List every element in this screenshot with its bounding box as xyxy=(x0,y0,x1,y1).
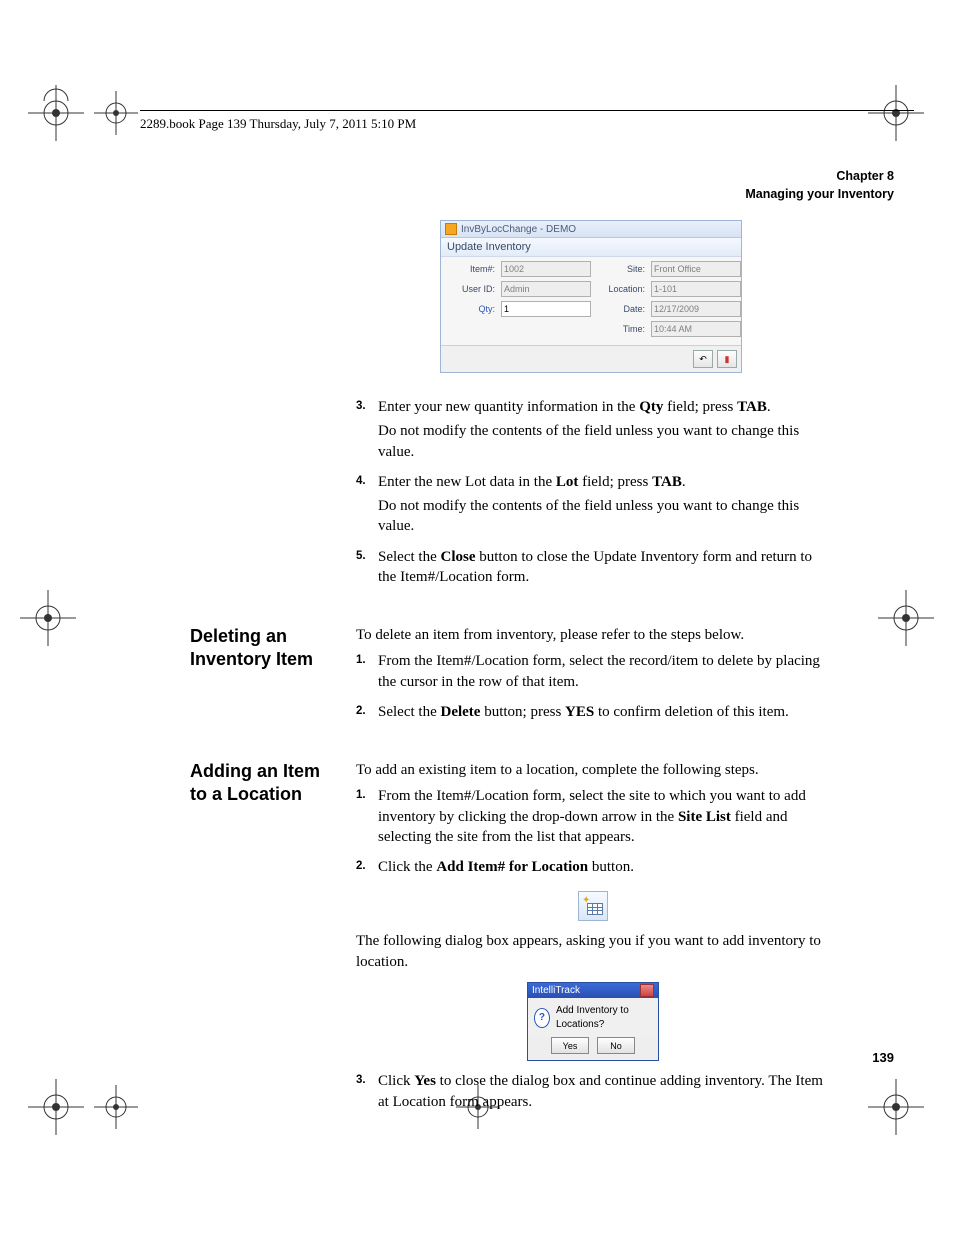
grid-icon xyxy=(587,903,603,915)
crop-mark-icon xyxy=(868,1079,924,1135)
field-date: 12/17/2009 xyxy=(651,301,741,317)
step-3: Enter your new quantity information in t… xyxy=(356,397,830,462)
dialog-title: IntelliTrack xyxy=(532,984,580,998)
crop-mark-icon xyxy=(88,1079,144,1135)
close-button[interactable]: ▮ xyxy=(717,350,737,368)
delete-step-1: From the Item#/Location form, select the… xyxy=(356,651,830,692)
chapter-header: Chapter 8 Managing your Inventory xyxy=(745,168,894,203)
close-icon[interactable] xyxy=(640,984,654,997)
add-item-button-image: ✦ xyxy=(356,891,830,921)
label-date: Date: xyxy=(597,304,645,314)
step-4: Enter the new Lot data in the Lot field;… xyxy=(356,472,830,537)
update-inventory-window: InvByLocChange - DEMO Update Inventory I… xyxy=(440,220,742,373)
field-time: 10:44 AM xyxy=(651,321,741,337)
add-after-button-text: The following dialog box appears, asking… xyxy=(356,931,830,972)
field-user: Admin xyxy=(501,281,591,297)
app-icon xyxy=(445,223,457,235)
header-rule xyxy=(140,110,914,111)
step-5: Select the Close button to close the Upd… xyxy=(356,547,830,588)
crop-mark-icon xyxy=(88,85,144,141)
page-number: 139 xyxy=(872,1050,894,1065)
intellitrack-dialog: IntelliTrack ? Add Inventory to Location… xyxy=(527,982,659,1062)
running-header: 2289.book Page 139 Thursday, July 7, 201… xyxy=(140,116,416,132)
field-qty[interactable]: 1 xyxy=(501,301,591,317)
heading-adding: Adding an Item to a Location xyxy=(190,760,338,1122)
crop-mark-icon xyxy=(28,85,84,141)
heading-deleting: Deleting an Inventory Item xyxy=(190,625,338,732)
add-item-icon: ✦ xyxy=(578,891,608,921)
add-step-3: Click Yes to close the dialog box and co… xyxy=(356,1071,830,1112)
label-time: Time: xyxy=(597,324,645,334)
crop-mark-icon xyxy=(28,1079,84,1135)
crop-mark-icon xyxy=(878,590,934,646)
undo-icon: ↶ xyxy=(699,354,707,365)
form-title: Update Inventory xyxy=(441,238,741,257)
field-item: 1002 xyxy=(501,261,591,277)
undo-button[interactable]: ↶ xyxy=(693,350,713,368)
crop-mark-icon xyxy=(20,590,76,646)
dialog-message: Add Inventory to Locations? xyxy=(556,1004,652,1031)
door-exit-icon: ▮ xyxy=(725,354,730,365)
yes-button[interactable]: Yes xyxy=(551,1037,589,1054)
add-step-1: From the Item#/Location form, select the… xyxy=(356,786,830,847)
delete-intro: To delete an item from inventory, please… xyxy=(356,625,830,645)
field-site: Front Office xyxy=(651,261,741,277)
label-location: Location: xyxy=(597,284,645,294)
no-button[interactable]: No xyxy=(597,1037,635,1054)
delete-step-2: Select the Delete button; press YES to c… xyxy=(356,702,830,722)
label-user: User ID: xyxy=(447,284,495,294)
add-intro: To add an existing item to a location, c… xyxy=(356,760,830,780)
question-icon: ? xyxy=(534,1008,550,1028)
window-titlebar: InvByLocChange - DEMO xyxy=(441,221,741,238)
chapter-title: Managing your Inventory xyxy=(745,186,894,204)
add-step-2: Click the Add Item# for Location button. xyxy=(356,857,830,877)
field-location: 1-101 xyxy=(651,281,741,297)
label-item: Item#: xyxy=(447,264,495,274)
window-title: InvByLocChange - DEMO xyxy=(461,224,576,235)
label-qty: Qty: xyxy=(447,304,495,314)
label-site: Site: xyxy=(597,264,645,274)
crop-mark-icon xyxy=(868,85,924,141)
chapter-number: Chapter 8 xyxy=(745,168,894,186)
